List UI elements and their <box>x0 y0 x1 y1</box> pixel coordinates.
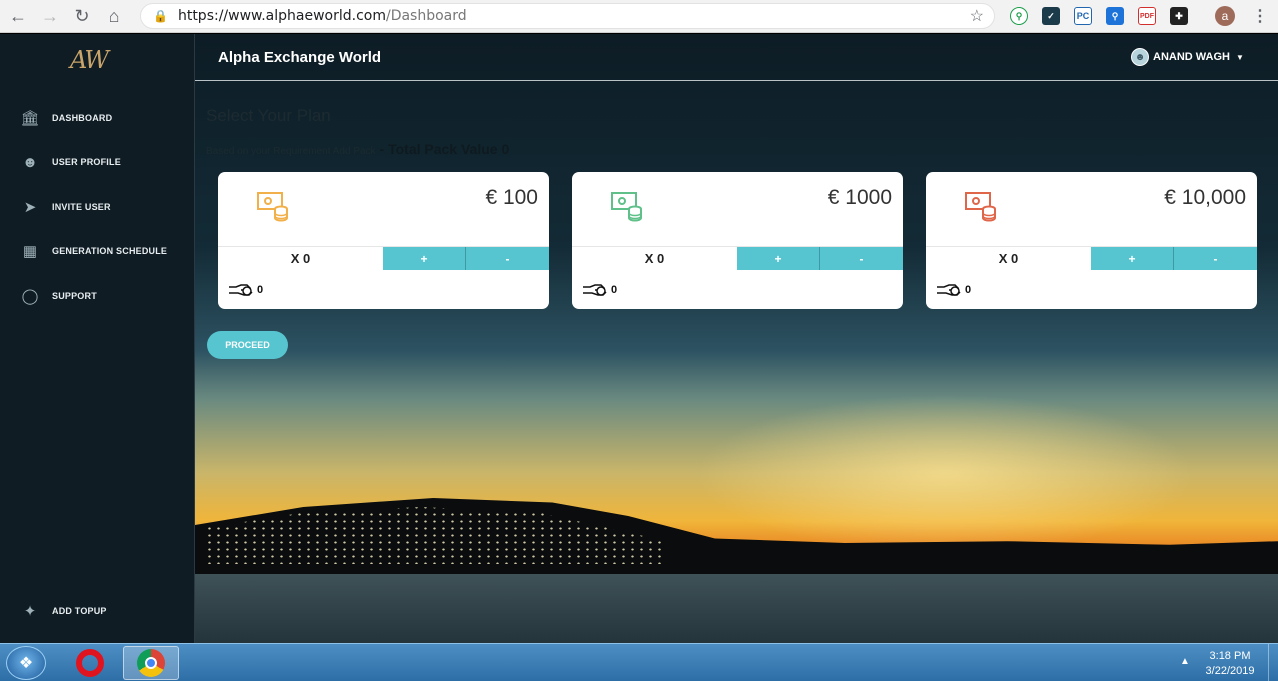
money-coins-icon <box>257 192 288 222</box>
brand-logo[interactable]: AW <box>70 46 109 74</box>
proceed-button[interactable]: PROCEED <box>207 331 288 359</box>
rocket-icon: ✦ <box>23 603 37 620</box>
url-domain: https://www.alphaeworld.com <box>177 8 386 24</box>
extension-pc-icon[interactable]: PC <box>1074 7 1092 25</box>
windows-taskbar: ❖ ▲ 3:18 PM 3/22/2019 <box>0 643 1278 681</box>
opera-icon <box>76 649 104 677</box>
show-desktop-button[interactable] <box>1268 644 1278 681</box>
increment-button[interactable]: + <box>737 247 820 270</box>
quantity-row: X 0 + - <box>572 246 903 270</box>
decrement-button[interactable]: - <box>466 247 549 270</box>
bookmark-star-icon[interactable]: ☆ <box>970 6 984 26</box>
sidebar-item-dashboard[interactable]: 🏛 DASHBOARD <box>20 108 112 128</box>
tray-expand-icon[interactable]: ▲ <box>1180 656 1190 667</box>
increment-button[interactable]: + <box>1091 247 1174 270</box>
pack-card-10000: € 10,000 X 0 + - 0 <box>926 172 1257 309</box>
chat-icon: ◯ <box>21 288 39 305</box>
pack-price: € 10,000 <box>1164 186 1246 209</box>
send-icon: ➤ <box>23 199 37 216</box>
sidebar-item-generation-schedule[interactable]: ▦ GENERATION SCHEDULE <box>20 241 167 261</box>
quantity-row: X 0 + - <box>218 246 549 270</box>
address-bar[interactable]: 🔒 https://www.alphaeworld.com/Dashboard … <box>140 3 995 29</box>
hand-money-icon <box>937 284 961 296</box>
user-name: ANAND WAGH <box>1153 51 1230 63</box>
pack-card-100: € 100 X 0 + - 0 <box>218 172 549 309</box>
sunset-glow <box>695 394 1195 554</box>
sidebar-item-label: DASHBOARD <box>52 113 113 123</box>
quantity-row: X 0 + - <box>926 246 1257 270</box>
pack-quantity: X 0 <box>998 251 1019 266</box>
sidebar-item-label: SUPPORT <box>52 291 97 301</box>
taskbar-chrome-app[interactable] <box>123 646 179 680</box>
page-subtitle: Based on your Requirement Add Pack - Tot… <box>206 141 509 157</box>
pack-value-row: 0 <box>582 282 617 298</box>
extension-pdf-icon[interactable]: PDF <box>1138 7 1156 25</box>
pack-value: 0 <box>965 284 972 296</box>
app-title: Alpha Exchange World <box>218 49 382 66</box>
decrement-button[interactable]: - <box>820 247 903 270</box>
url-text[interactable]: https://www.alphaeworld.com/Dashboard <box>178 8 467 24</box>
chrome-icon <box>137 649 165 677</box>
extension-check-icon[interactable]: ✓ <box>1042 7 1060 25</box>
sidebar-item-support[interactable]: ◯ SUPPORT <box>20 286 97 306</box>
lock-icon: 🔒 <box>153 9 168 23</box>
extension-puzzle-icon[interactable]: ✚ <box>1170 7 1188 25</box>
clock-time: 3:18 PM <box>1209 650 1251 662</box>
start-button[interactable]: ❖ <box>6 646 46 680</box>
profile-avatar[interactable]: a <box>1215 6 1235 26</box>
page-title: Select Your Plan <box>206 106 331 125</box>
forward-icon[interactable]: → <box>36 2 64 30</box>
sidebar-item-user-profile[interactable]: ☻ USER PROFILE <box>20 152 121 172</box>
taskbar-opera-app[interactable] <box>62 646 118 680</box>
pack-value-row: 0 <box>228 282 263 298</box>
back-icon[interactable]: ← <box>4 2 32 30</box>
money-coins-icon <box>965 192 996 222</box>
system-clock[interactable]: 3:18 PM 3/22/2019 <box>1197 649 1263 679</box>
background-landscape-image <box>195 34 1278 643</box>
pack-quantity: X 0 <box>644 251 665 266</box>
pack-price: € 100 <box>485 186 538 209</box>
sidebar-item-label: GENERATION SCHEDULE <box>52 246 168 256</box>
pack-card-1000: € 1000 X 0 + - 0 <box>572 172 903 309</box>
sidebar-item-invite-user[interactable]: ➤ INVITE USER <box>20 197 111 217</box>
money-coins-icon <box>611 192 642 222</box>
browser-toolbar: ← → ↻ ⌂ 🔒 https://www.alphaeworld.com/Da… <box>0 0 1278 33</box>
clock-date: 3/22/2019 <box>1205 665 1255 677</box>
header-divider <box>195 80 1278 81</box>
caret-down-icon: ▼ <box>1236 52 1244 62</box>
extension-search-icon[interactable]: ⚲ <box>1010 7 1028 25</box>
pack-price: € 1000 <box>827 186 892 209</box>
pack-quantity: X 0 <box>290 251 311 266</box>
pack-value-row: 0 <box>936 282 971 298</box>
decrement-button[interactable]: - <box>1174 247 1257 270</box>
pack-value: 0 <box>611 284 618 296</box>
user-menu[interactable]: ☻ ANAND WAGH ▼ <box>1131 48 1244 66</box>
total-pack-value: - Total Pack Value 0 <box>379 141 510 157</box>
subtitle-text: Based on your Requirement Add Pack <box>206 146 376 157</box>
user-icon: ☻ <box>22 153 38 171</box>
hand-money-icon <box>229 284 253 296</box>
hand-money-icon <box>583 284 607 296</box>
browser-menu-icon[interactable]: ⋮ <box>1252 6 1268 26</box>
sidebar-item-label: INVITE USER <box>52 202 111 212</box>
url-path: /Dashboard <box>385 8 467 24</box>
reload-icon[interactable]: ↻ <box>68 2 96 30</box>
calendar-icon: ▦ <box>22 243 38 260</box>
pack-value: 0 <box>257 284 264 296</box>
increment-button[interactable]: + <box>383 247 466 270</box>
extension-magnifier-icon[interactable]: ⚲ <box>1106 7 1124 25</box>
sidebar: AW 🏛 DASHBOARD ☻ USER PROFILE ➤ INVITE U… <box>0 34 195 643</box>
home-icon[interactable]: ⌂ <box>100 2 128 30</box>
bank-icon: 🏛 <box>20 110 40 127</box>
sidebar-item-add-topup[interactable]: ✦ ADD TOPUP <box>20 601 107 621</box>
user-avatar-icon: ☻ <box>1131 48 1149 66</box>
water <box>195 574 1278 643</box>
sidebar-item-label: USER PROFILE <box>52 157 121 167</box>
sidebar-item-label: ADD TOPUP <box>52 606 107 616</box>
